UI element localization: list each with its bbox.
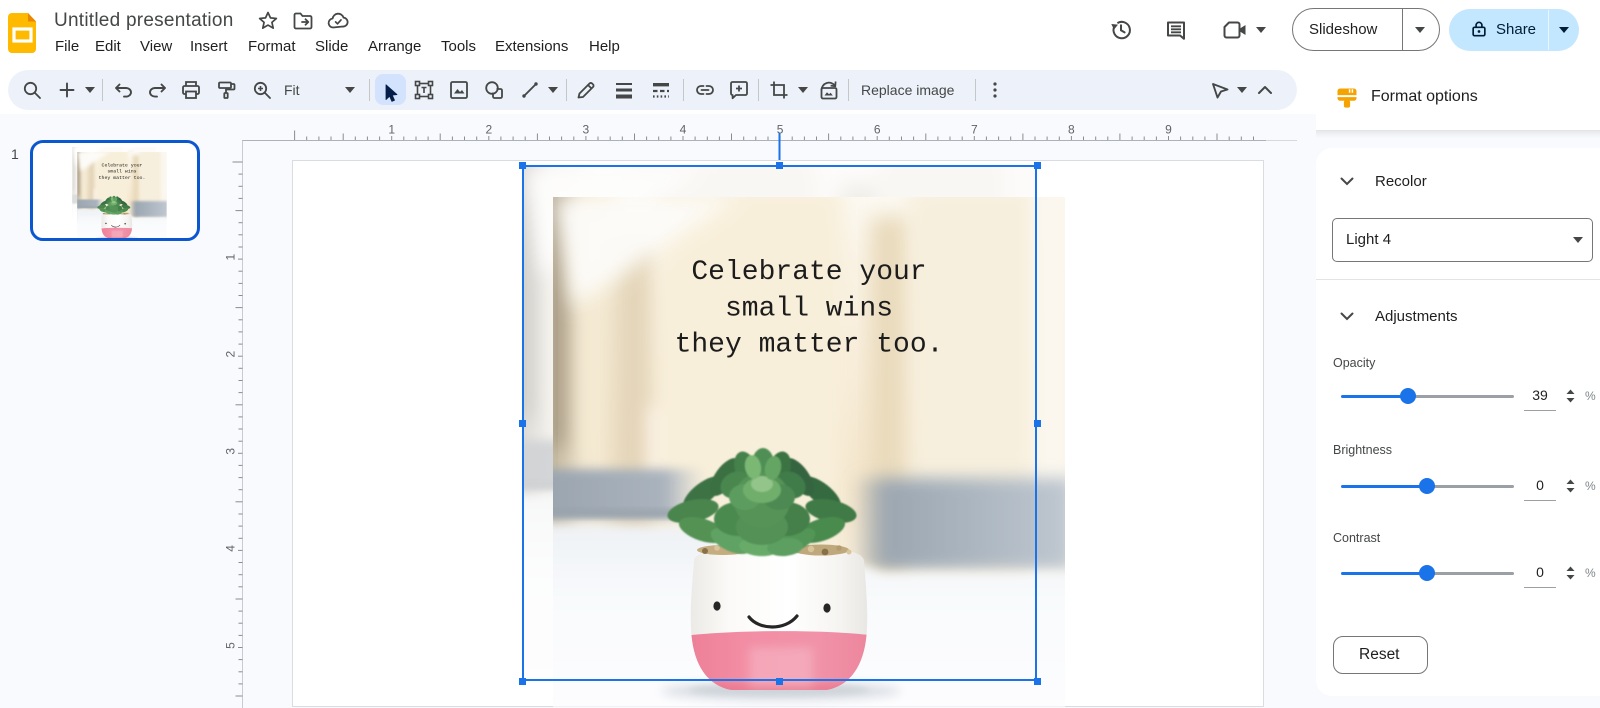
svg-text:1: 1 bbox=[388, 123, 395, 137]
svg-text:4: 4 bbox=[680, 123, 687, 137]
svg-text:5: 5 bbox=[777, 123, 784, 137]
svg-text:2: 2 bbox=[485, 123, 492, 137]
svg-text:6: 6 bbox=[874, 123, 881, 137]
svg-text:3: 3 bbox=[583, 123, 590, 137]
svg-text:7: 7 bbox=[971, 123, 978, 137]
svg-text:9: 9 bbox=[1165, 123, 1172, 137]
svg-text:8: 8 bbox=[1068, 123, 1075, 137]
